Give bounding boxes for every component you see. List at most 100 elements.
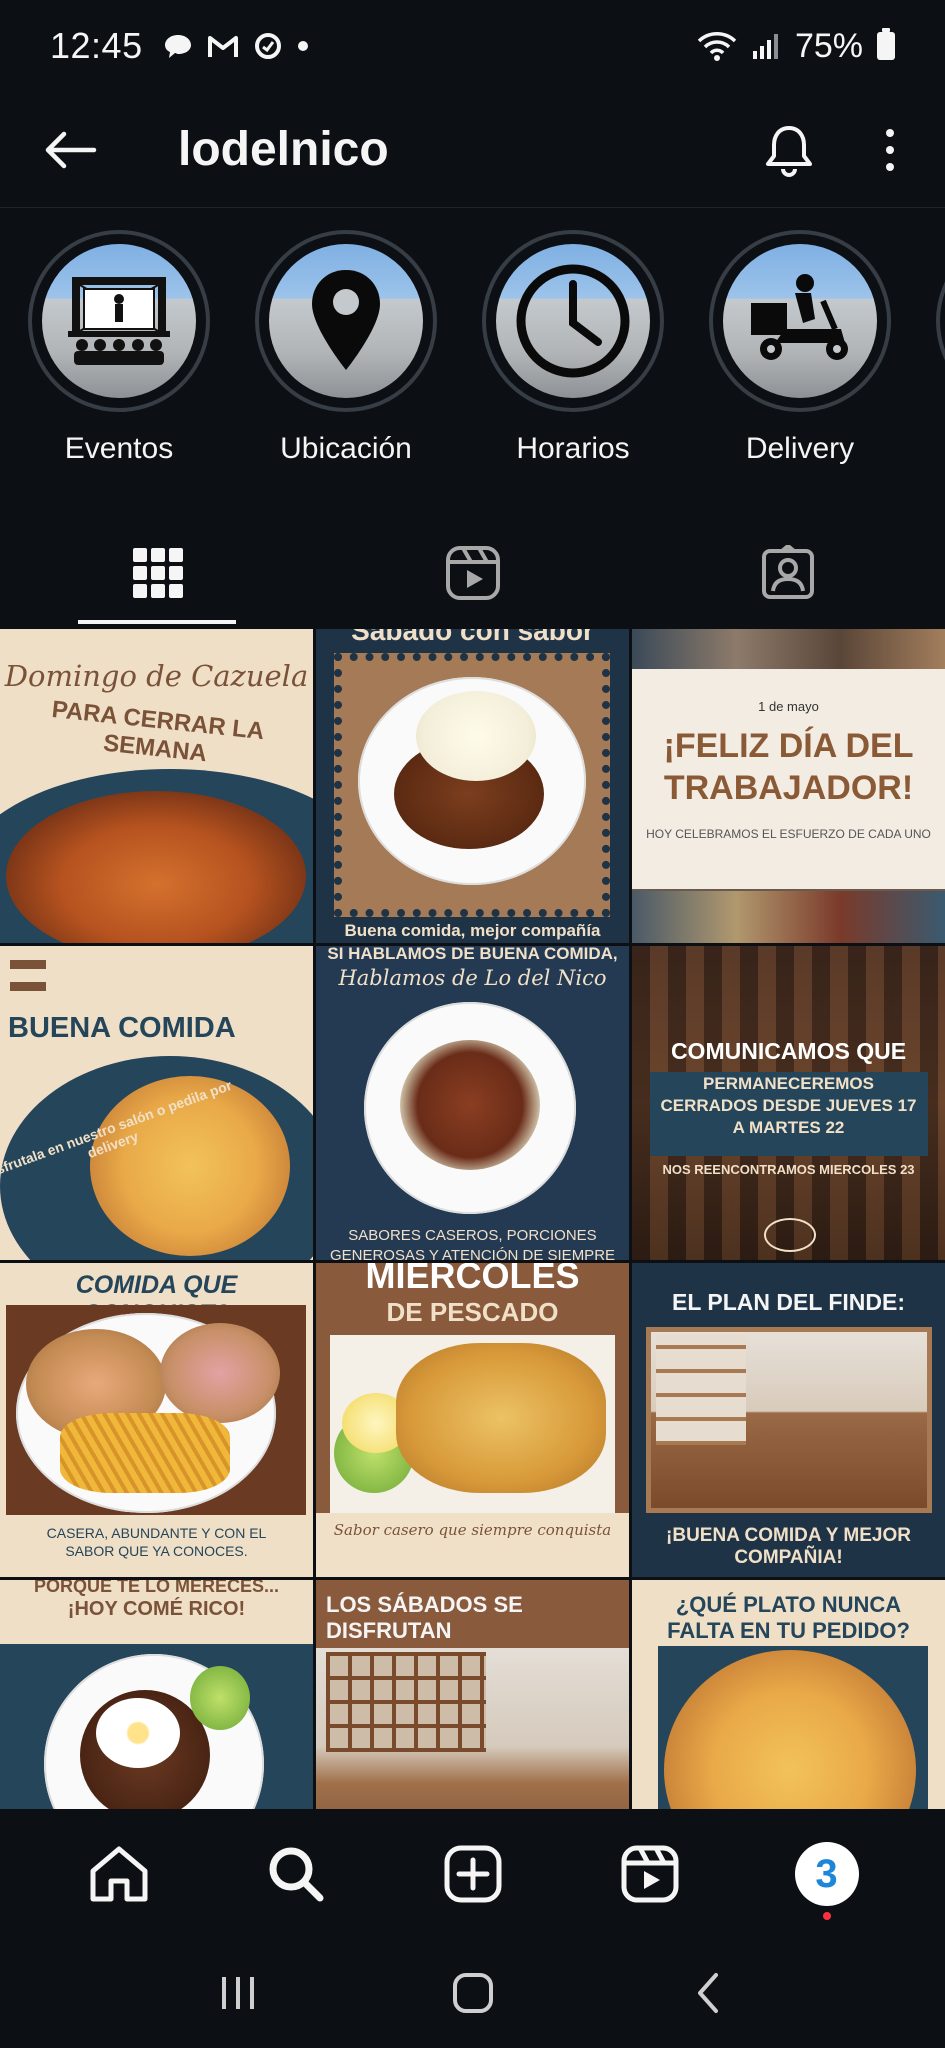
post-caption: SABORES CASEROS, PORCIONES	[348, 1227, 597, 1244]
tab-reels[interactable]	[315, 520, 630, 626]
highlight-ubicacion[interactable]: Ubicación	[255, 230, 437, 470]
highlight-cover	[496, 244, 650, 398]
post-title: EL PLAN DEL FINDE:	[672, 1289, 905, 1315]
post-image-fish	[396, 1343, 606, 1493]
highlight-next-partial[interactable]	[936, 230, 945, 470]
post-subtitle: FALTA EN TU PEDIDO?	[667, 1618, 910, 1643]
post-caption-2: COMPAÑIA!	[734, 1547, 843, 1568]
clock-icon	[516, 264, 630, 378]
reels-icon	[621, 1845, 678, 1903]
notifications-button[interactable]	[759, 120, 819, 180]
post-image-egg	[96, 1698, 180, 1768]
highlight-label: Eventos	[64, 432, 174, 465]
nav-home[interactable]	[79, 1834, 159, 1914]
tab-tagged[interactable]	[630, 520, 945, 626]
post-title: Domingo de Cazuela	[4, 659, 309, 693]
post-title: Sábado con sabor	[351, 629, 594, 646]
back-system-button[interactable]	[668, 1953, 748, 2033]
highlight-delivery[interactable]: Delivery	[709, 230, 891, 470]
post-logo-stamp	[764, 1218, 816, 1252]
post-title: COMUNICAMOS QUE	[670, 1038, 907, 1064]
post-title: SI HABLAMOS DE BUENA COMIDA,	[327, 946, 618, 963]
highlight-cover	[723, 244, 877, 398]
search-icon	[269, 1847, 323, 1902]
profile-tabs	[0, 520, 945, 626]
status-bar: 12:45 75%	[0, 0, 945, 92]
post-miercoles-de-pescado[interactable]: MIÉRCOLES DE PESCADO Sabor casero que si…	[316, 1263, 629, 1577]
vertical-dots-icon	[886, 128, 894, 171]
wifi-icon	[697, 32, 737, 61]
recent-apps-button[interactable]	[198, 1953, 278, 2033]
post-el-plan-del-finde[interactable]: EL PLAN DEL FINDE: ¡BUENA COMIDA Y MEJOR…	[632, 1263, 945, 1577]
more-notifications-dot-icon	[297, 41, 308, 51]
post-image-fries	[60, 1413, 230, 1493]
system-navigation-bar	[0, 1938, 945, 2048]
post-caption: NOS REENCONTRAMOS MIERCOLES 23	[662, 1162, 915, 1177]
post-comunicamos-cerrados[interactable]: COMUNICAMOS QUE PERMANECEREMOS CERRADOS …	[632, 946, 945, 1260]
back-arrow-icon	[45, 131, 97, 168]
chevron-left-icon	[697, 1973, 718, 2013]
bottom-navigation: 3	[0, 1810, 945, 1938]
tab-posts-grid[interactable]	[0, 520, 315, 626]
back-button[interactable]	[40, 120, 100, 180]
post-caption: HOY CELEBRAMOS EL ESFUERZO DE CADA UNO	[646, 827, 931, 841]
post-hablamos-de-lo-del-nico[interactable]: SI HABLAMOS DE BUENA COMIDA, Hablamos de…	[316, 946, 629, 1260]
signal-icon	[752, 34, 778, 59]
bell-icon	[766, 125, 812, 177]
reels-icon	[445, 546, 500, 600]
avatar: 3	[794, 1842, 859, 1906]
post-caption: Sabor casero que siempre conquista	[333, 1521, 612, 1539]
post-title: ¡FELIZ DÍA DEL	[663, 727, 914, 765]
post-line-3: A MARTES 22	[732, 1118, 845, 1137]
more-options-button[interactable]	[875, 120, 905, 180]
post-line-1: PERMANECEREMOS	[703, 1074, 874, 1093]
highlight-horarios[interactable]: Horarios	[482, 230, 664, 470]
post-title-2: TRABAJADOR!	[663, 769, 914, 807]
nav-search[interactable]	[256, 1834, 336, 1914]
home-icon	[90, 1846, 147, 1902]
post-domingo-de-cazuela[interactable]: Domingo de Cazuela PARA CERRAR LA SEMANA	[0, 629, 313, 943]
post-hoy-come-rico[interactable]: PORQUE TE LO MERECES... ¡HOY COMÉ RICO!	[0, 1580, 313, 1809]
highlight-ring	[28, 230, 210, 412]
home-system-button[interactable]	[433, 1953, 513, 2033]
highlight-ring	[482, 230, 664, 412]
status-time: 12:45	[50, 25, 143, 66]
nav-create[interactable]	[433, 1834, 513, 1914]
story-highlights: Eventos Ubicación Horarios Delivery	[0, 230, 945, 470]
home-square-icon	[452, 1973, 493, 2013]
post-title: BUENA COMIDA	[8, 1012, 236, 1044]
plus-square-icon	[444, 1845, 501, 1903]
profile-username: lodelnico	[178, 123, 389, 176]
recent-apps-icon	[221, 1977, 254, 2009]
post-title: PORQUE TE LO MERECES...	[33, 1580, 280, 1596]
nav-reels[interactable]	[610, 1834, 690, 1914]
post-que-plato-nunca-falta[interactable]: ¿QUÉ PLATO NUNCA FALTA EN TU PEDIDO?	[632, 1580, 945, 1809]
grid-icon	[132, 548, 183, 598]
post-subtitle: DISFRUTAN	[326, 1618, 452, 1643]
highlight-label: Horarios	[516, 432, 630, 465]
highlight-ring	[709, 230, 891, 412]
post-stripe-1	[10, 960, 46, 969]
delivery-scooter-icon	[751, 274, 848, 360]
app-notification-icon	[254, 33, 281, 59]
nav-profile[interactable]: 3	[787, 1834, 867, 1920]
post-comida-que-conquista[interactable]: COMIDA QUE CONQUISTA CASERA, ABUNDANTE Y…	[0, 1263, 313, 1577]
post-sabado-con-sabor[interactable]: Sábado con sabor Buena comida, mejor com…	[316, 629, 629, 943]
post-caption-2: SABOR QUE YA CONOCES.	[65, 1543, 248, 1559]
post-photo-shelves	[326, 1652, 486, 1752]
notification-dot	[822, 1912, 831, 1920]
post-buena-comida[interactable]: BUENA COMIDA Disfrutala en nuestro salón…	[0, 946, 313, 1260]
highlight-cover	[269, 244, 423, 398]
post-caption: CASERA, ABUNDANTE Y CON EL	[46, 1525, 267, 1541]
post-image-sandwich-2	[160, 1323, 280, 1423]
highlight-label: Ubicación	[280, 432, 412, 465]
post-los-sabados-se-disfrutan[interactable]: LOS SÁBADOS SE DISFRUTAN	[316, 1580, 629, 1809]
post-caption-2: GENEROSAS Y ATENCIÓN DE SIEMPRE	[329, 1247, 616, 1260]
highlight-ring	[255, 230, 437, 412]
battery-percent: 75%	[794, 26, 863, 65]
post-subtitle: DE PESCADO	[386, 1297, 559, 1327]
post-feliz-dia-del-trabajador[interactable]: 1 de mayo ¡FELIZ DÍA DEL TRABAJADOR! HOY…	[632, 629, 945, 943]
post-title: ¿QUÉ PLATO NUNCA	[675, 1592, 902, 1617]
highlight-eventos[interactable]: Eventos	[28, 230, 210, 470]
chat-bubble-icon	[164, 35, 191, 58]
